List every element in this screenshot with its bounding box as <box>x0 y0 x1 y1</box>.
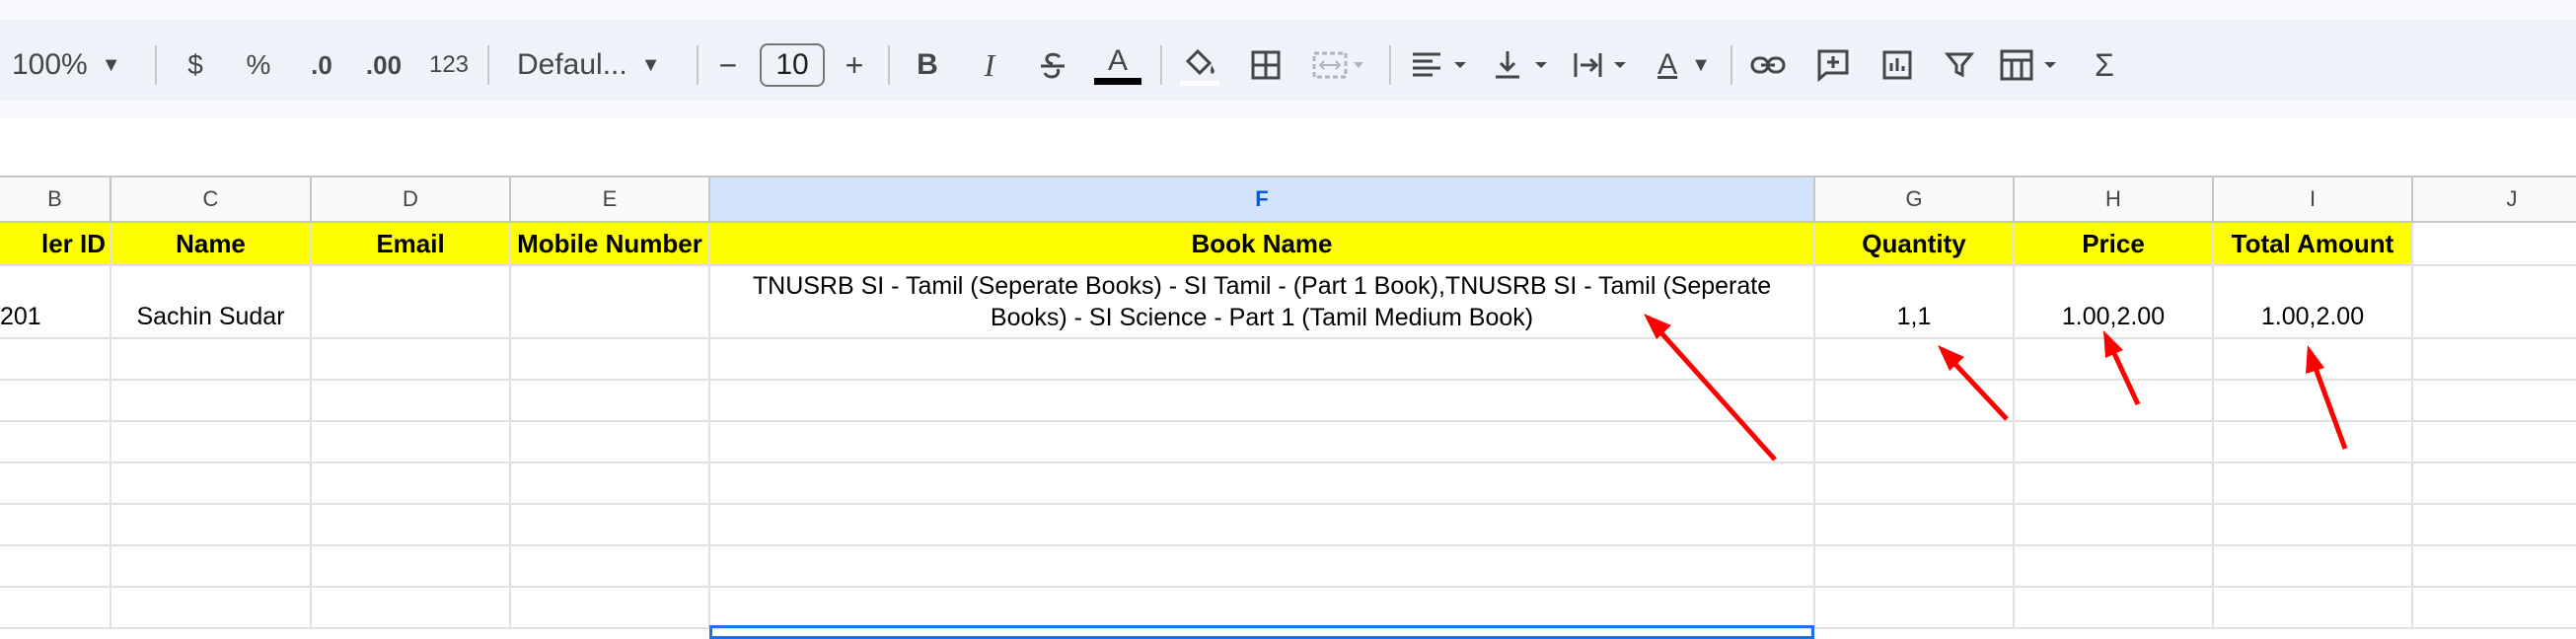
annotation-layer <box>1644 314 2348 462</box>
annotation-arrow-price <box>2103 330 2141 406</box>
annotation-arrow-quantity <box>1938 345 2009 421</box>
annotation-arrow-book-name <box>1644 314 1777 462</box>
annotation-arrow-total-amount <box>2306 345 2348 450</box>
